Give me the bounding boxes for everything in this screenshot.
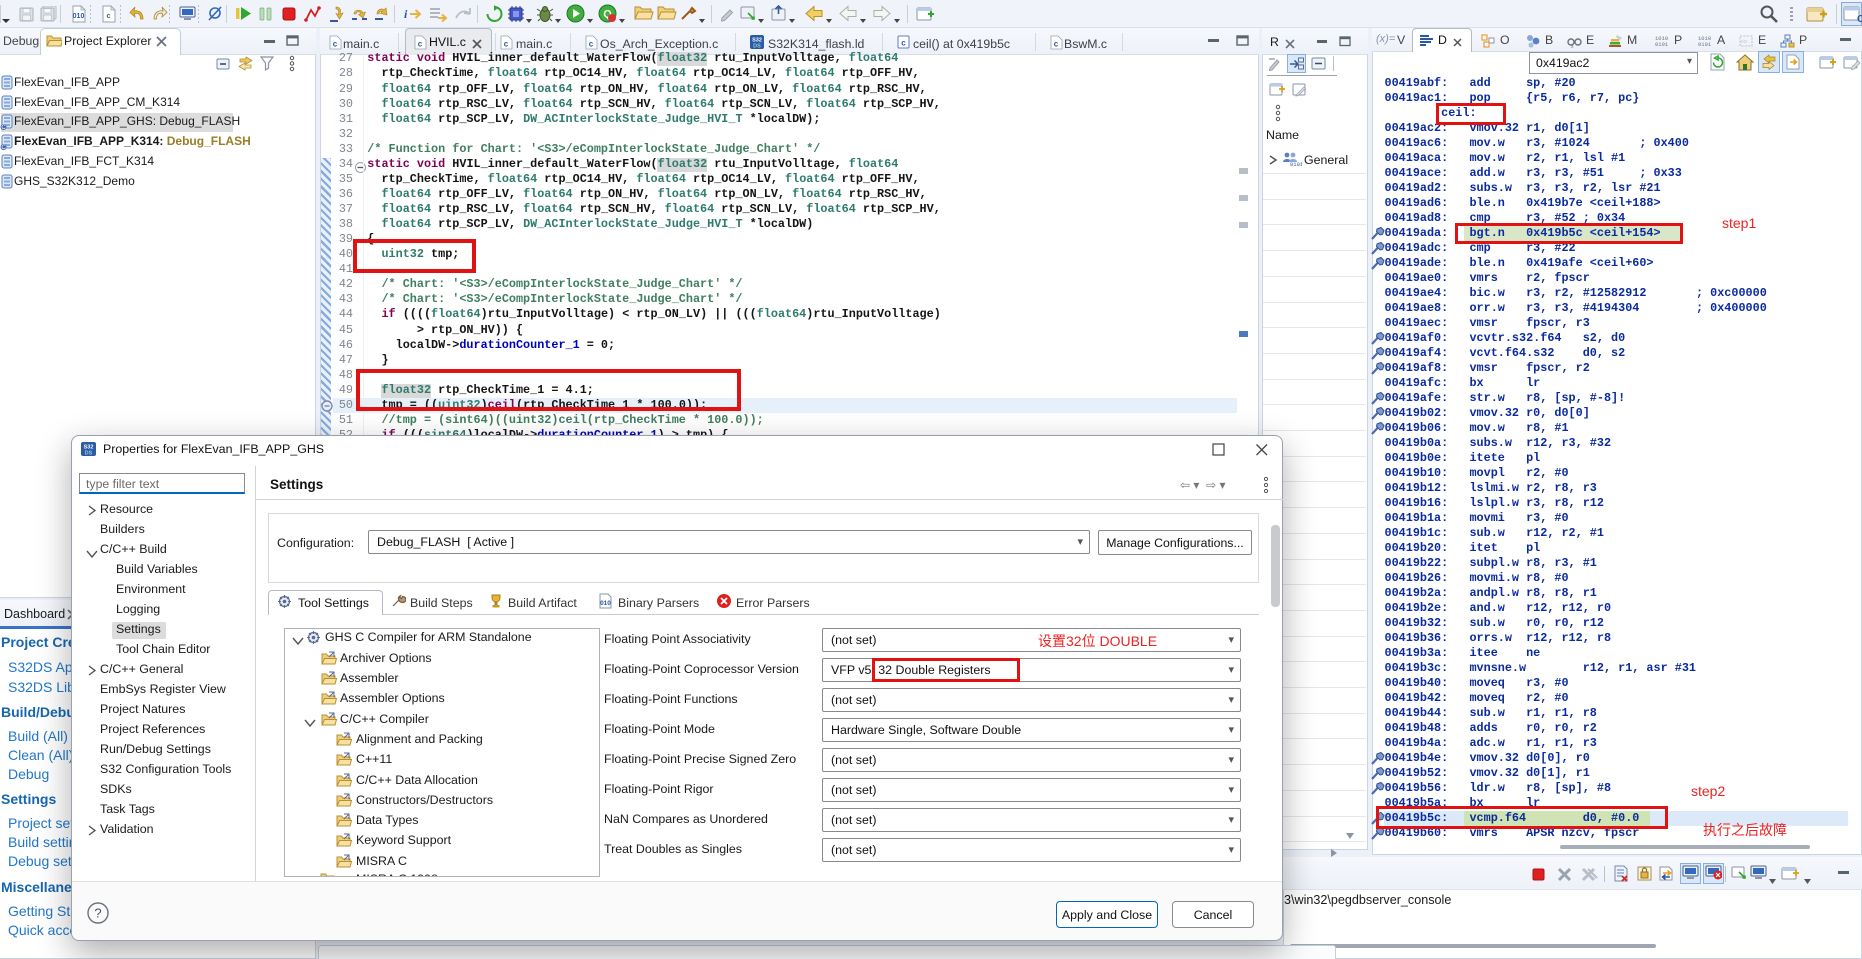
svg-text:C: C: [1, 145, 6, 150]
svg-text:c: c: [589, 40, 594, 49]
svg-text:010: 010: [73, 13, 85, 20]
svg-text:0101: 0101: [1655, 41, 1669, 48]
svg-text:c: c: [1054, 40, 1059, 49]
svg-text:DS: DS: [753, 44, 761, 50]
svg-text:c: c: [504, 40, 509, 49]
svg-text:c: c: [107, 13, 111, 20]
svg-text:DS: DS: [85, 451, 93, 457]
svg-text:0101: 0101: [1290, 161, 1302, 166]
svg-text:0101: 0101: [1698, 41, 1712, 48]
svg-text:C: C: [1, 125, 6, 130]
svg-text:i: i: [404, 7, 408, 21]
svg-text:c: c: [901, 39, 906, 48]
svg-text:?: ?: [94, 906, 101, 921]
svg-text:C: C: [1857, 14, 1862, 24]
svg-text:010: 010: [600, 600, 611, 607]
svg-text:c: c: [418, 40, 423, 49]
svg-text:c: c: [333, 40, 338, 49]
svg-text:I/O: I/O: [1741, 39, 1748, 44]
